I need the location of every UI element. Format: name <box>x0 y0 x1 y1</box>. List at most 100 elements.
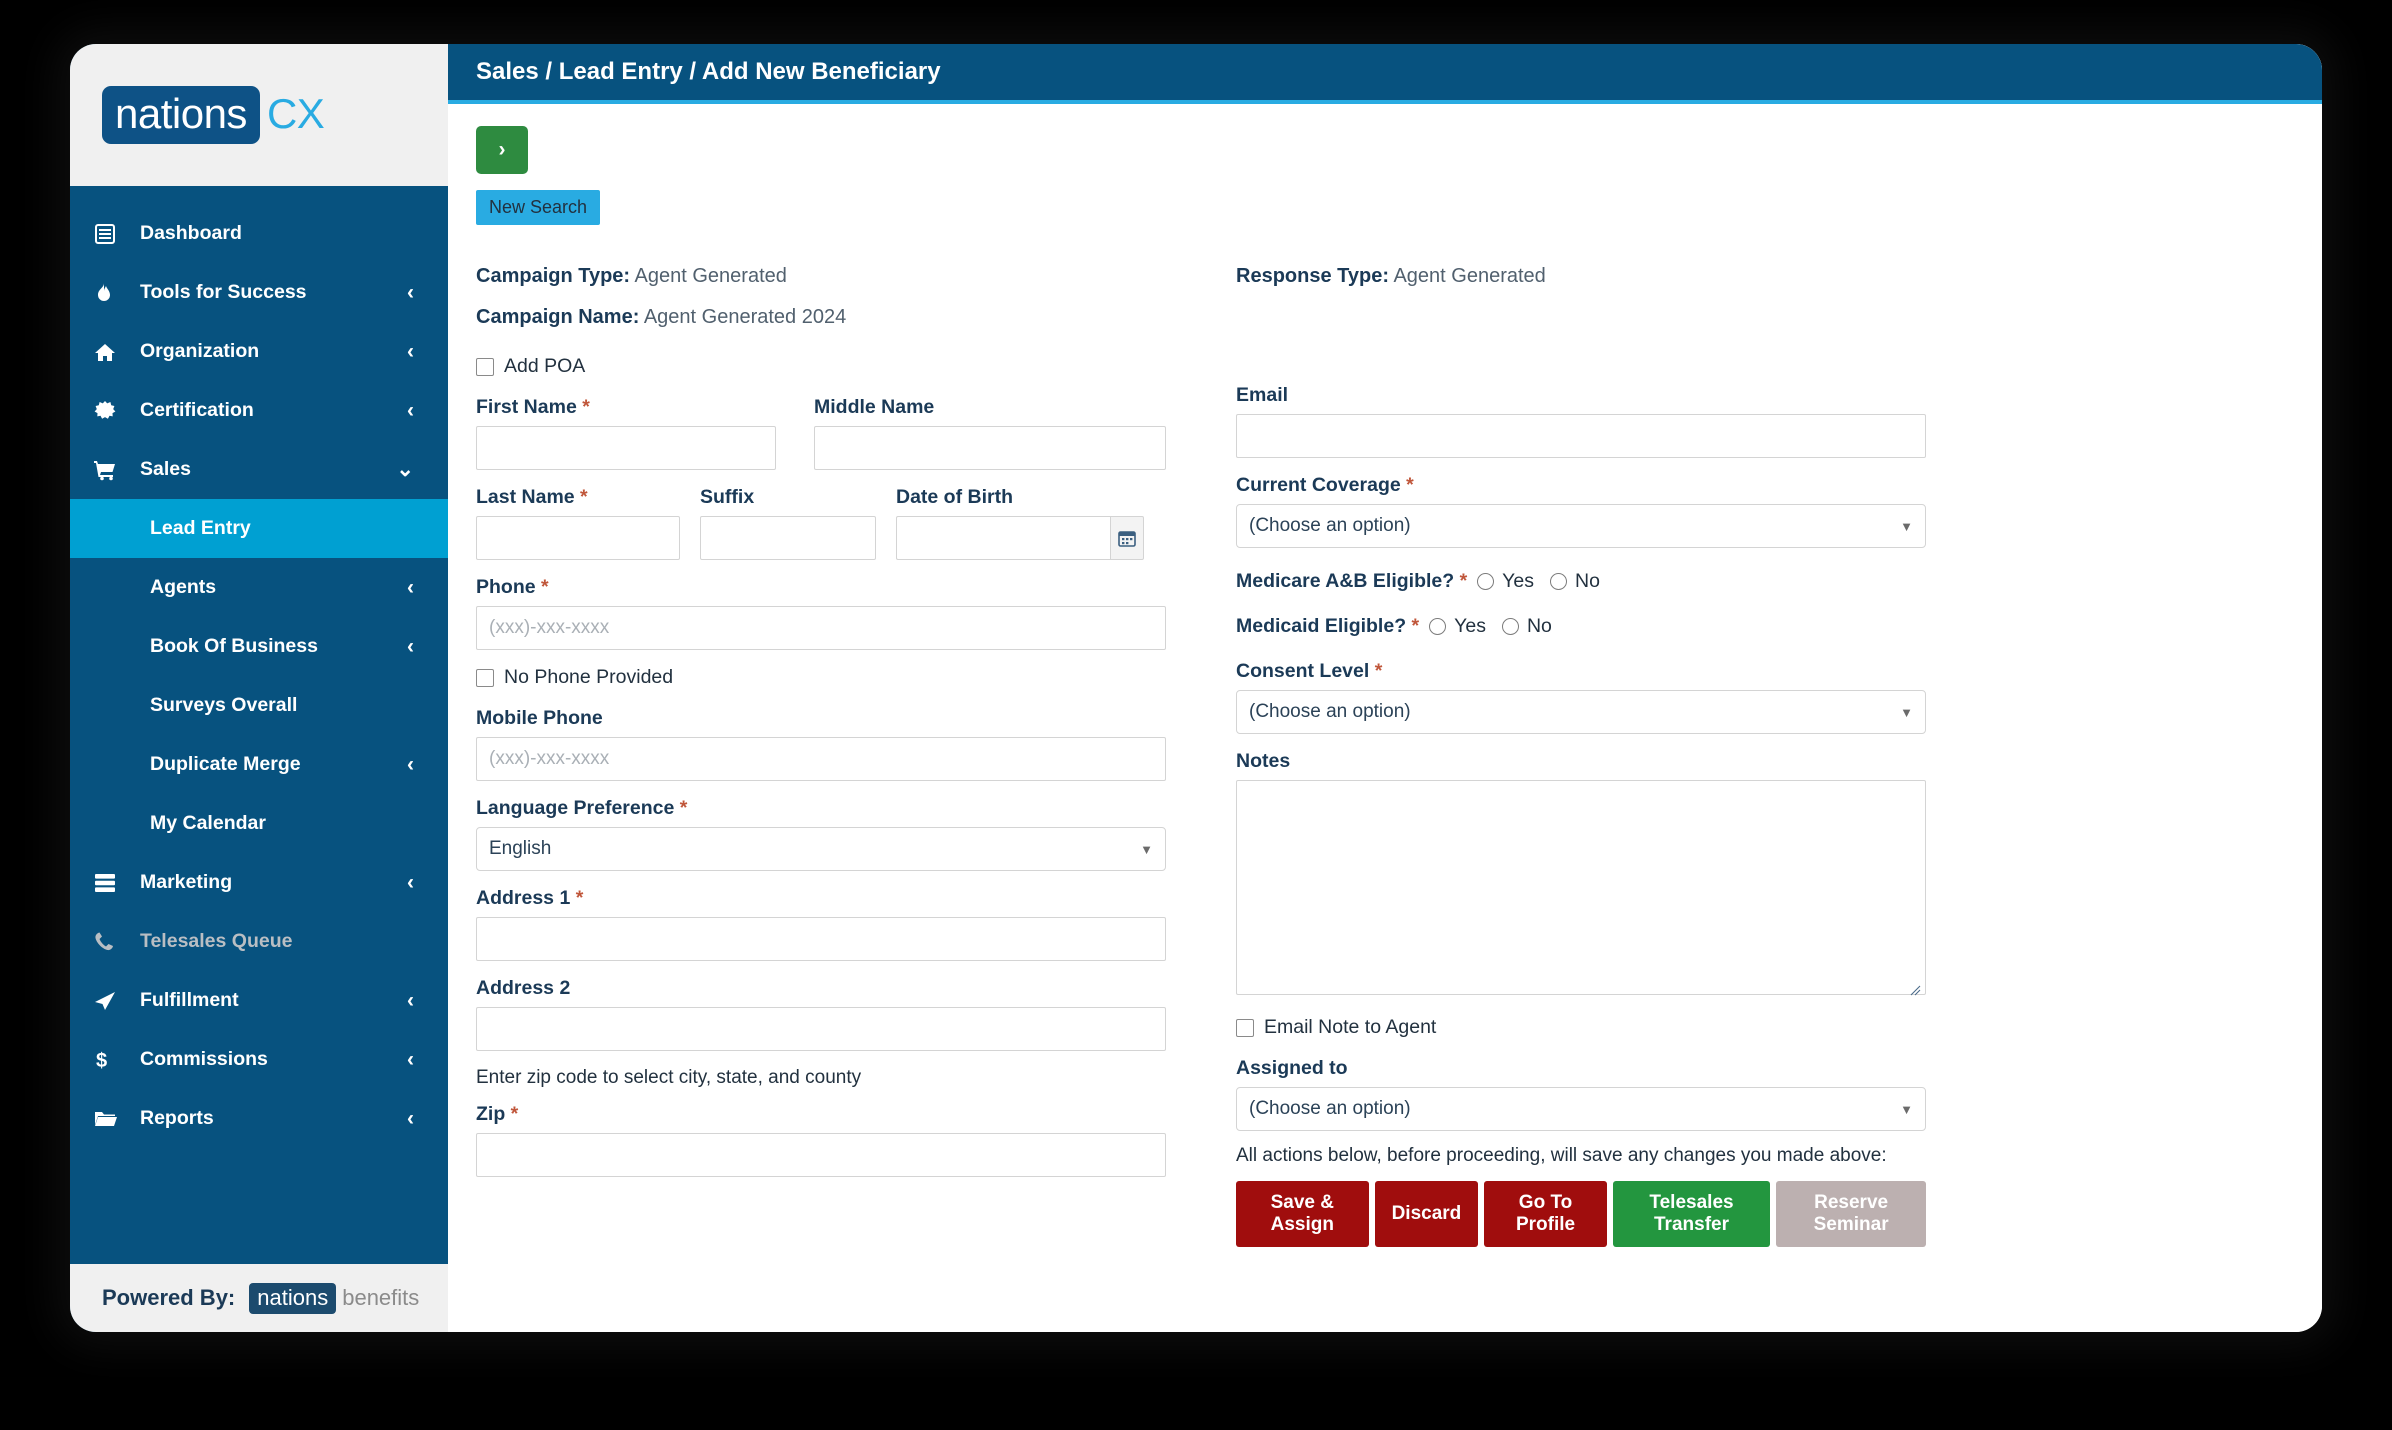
assigned-to-label: Assigned to <box>1236 1057 1348 1079</box>
phone-icon <box>94 931 128 952</box>
campaign-name-value: Agent Generated 2024 <box>643 306 847 328</box>
language-preference-value: English <box>489 838 552 859</box>
required-marker: * <box>541 576 549 598</box>
email-note-to-agent-checkbox[interactable] <box>1236 1018 1254 1037</box>
sidebar-item-label: Certification <box>140 399 254 421</box>
medicare-yes-radio[interactable] <box>1477 573 1495 590</box>
go-to-profile-button[interactable]: Go To Profile <box>1484 1181 1607 1247</box>
required-marker: * <box>1454 570 1468 592</box>
notes-textarea[interactable] <box>1236 780 1926 995</box>
sidebar-item-book-of-business[interactable]: Book Of Business ‹ <box>70 617 448 676</box>
medicare-eligible-label: Medicare A&B Eligible? <box>1236 570 1455 592</box>
logo-area: nations CX <box>70 44 448 186</box>
medicaid-yes-label: Yes <box>1454 615 1486 637</box>
medicaid-yes-radio[interactable] <box>1429 618 1447 635</box>
save-and-assign-button[interactable]: Save & Assign <box>1236 1181 1369 1247</box>
response-type-label: Response Type: <box>1236 265 1389 287</box>
new-search-button[interactable]: New Search <box>476 190 601 225</box>
first-name-input[interactable] <box>476 426 776 470</box>
medicare-no-radio[interactable] <box>1549 573 1567 590</box>
medicare-eligible-row: Medicare A&B Eligible? * Yes No <box>1236 570 1926 593</box>
chevron-icon: ‹ <box>407 1107 414 1130</box>
cart-icon <box>94 459 128 481</box>
email-label: Email <box>1236 384 1289 406</box>
required-marker: * <box>575 887 584 909</box>
required-marker: * <box>679 797 688 819</box>
next-button[interactable]: › <box>476 126 528 174</box>
response-type-value: Agent Generated <box>1393 265 1546 287</box>
nationsbenefits-logo-text: benefits <box>342 1285 420 1310</box>
chevron-icon: ‹ <box>407 989 414 1012</box>
medicare-yes-label: Yes <box>1502 570 1534 592</box>
email-input[interactable] <box>1236 414 1926 458</box>
sidebar-item-reports[interactable]: Reports ‹ <box>70 1089 448 1148</box>
sidebar-item-organization[interactable]: Organization ‹ <box>70 322 448 381</box>
telesales-transfer-button[interactable]: Telesales Transfer <box>1612 1181 1771 1247</box>
reserve-seminar-button[interactable]: Reserve Seminar <box>1776 1181 1926 1247</box>
current-coverage-group: Current Coverage * (Choose an option) ▼ <box>1236 474 1926 548</box>
form-left-column: Campaign Type: Agent Generated Campaign … <box>476 247 1166 1247</box>
sidebar-item-lead-entry[interactable]: Lead Entry <box>70 499 448 558</box>
sidebar-item-certification[interactable]: Certification ‹ <box>70 381 448 440</box>
campaign-name-label: Campaign Name: <box>476 306 640 328</box>
sidebar-item-commissions[interactable]: $ Commissions ‹ <box>70 1030 448 1089</box>
sidebar-item-marketing[interactable]: Marketing ‹ <box>70 853 448 912</box>
folder-icon <box>94 1109 128 1128</box>
no-phone-provided-checkbox[interactable] <box>476 668 494 687</box>
no-phone-row: No Phone Provided <box>476 666 1166 689</box>
sidebar-item-label: Telesales Queue <box>140 930 293 952</box>
zip-input[interactable] <box>476 1133 1166 1177</box>
mobile-phone-input[interactable] <box>476 737 1166 781</box>
fire-icon <box>94 282 128 304</box>
sidebar-item-label: Dashboard <box>140 222 242 244</box>
sidebar-item-fulfillment[interactable]: Fulfillment ‹ <box>70 971 448 1030</box>
content-area: › New Search Campaign Type: Agent Genera… <box>448 104 2322 1332</box>
notes-label: Notes <box>1236 750 1291 772</box>
language-preference-label: Language Preference * <box>476 797 688 819</box>
email-note-row: Email Note to Agent <box>1236 1016 1926 1039</box>
discard-button[interactable]: Discard <box>1374 1181 1479 1247</box>
calendar-icon[interactable] <box>1109 516 1144 560</box>
sidebar-item-agents[interactable]: Agents ‹ <box>70 558 448 617</box>
no-phone-provided-label: No Phone Provided <box>504 666 674 688</box>
sidebar-subitem-label: My Calendar <box>150 812 266 834</box>
sidebar-item-label: Sales <box>140 458 191 480</box>
dob-group: Date of Birth <box>896 486 1144 560</box>
sidebar-item-dashboard[interactable]: Dashboard <box>70 204 448 263</box>
medicaid-eligible-label: Medicaid Eligible? <box>1236 615 1407 637</box>
sidebar-item-telesales-queue[interactable]: Telesales Queue <box>70 912 448 971</box>
sidebar-subitem-label: Lead Entry <box>150 517 251 539</box>
phone-input[interactable] <box>476 606 1166 650</box>
email-note-to-agent-label: Email Note to Agent <box>1264 1016 1437 1038</box>
dollar-icon: $ <box>94 1049 128 1071</box>
suffix-label: Suffix <box>700 486 755 508</box>
medicaid-no-radio[interactable] <box>1501 618 1519 635</box>
phone-label: Phone * <box>476 576 549 598</box>
current-coverage-label: Current Coverage * <box>1236 474 1414 496</box>
sidebar-item-tools-for-success[interactable]: Tools for Success ‹ <box>70 263 448 322</box>
assigned-to-select[interactable]: (Choose an option) ▼ <box>1236 1087 1926 1131</box>
sidebar-item-surveys-overall[interactable]: Surveys Overall <box>70 676 448 735</box>
add-poa-checkbox[interactable] <box>476 357 494 376</box>
mobile-phone-label: Mobile Phone <box>476 707 603 729</box>
zip-hint: Enter zip code to select city, state, an… <box>476 1067 862 1088</box>
language-preference-select[interactable]: English ▼ <box>476 827 1166 871</box>
address2-label: Address 2 <box>476 977 571 999</box>
sidebar-item-label: Organization <box>140 340 260 362</box>
required-marker: * <box>510 1103 519 1125</box>
middle-name-input[interactable] <box>814 426 1166 470</box>
chevron-down-icon: ▼ <box>1900 1101 1913 1117</box>
suffix-input[interactable] <box>700 516 876 560</box>
sidebar-item-sales[interactable]: Sales ⌄ <box>70 440 448 499</box>
sidebar-item-duplicate-merge[interactable]: Duplicate Merge ‹ <box>70 735 448 794</box>
dob-input[interactable] <box>896 516 1110 560</box>
consent-level-select[interactable]: (Choose an option) ▼ <box>1236 690 1926 734</box>
current-coverage-select[interactable]: (Choose an option) ▼ <box>1236 504 1926 548</box>
chevron-icon: ‹ <box>407 340 414 363</box>
last-name-input[interactable] <box>476 516 680 560</box>
chevron-icon: ‹ <box>407 1048 414 1071</box>
sidebar-subitem-label: Surveys Overall <box>150 694 298 716</box>
address2-input[interactable] <box>476 1007 1166 1051</box>
address1-input[interactable] <box>476 917 1166 961</box>
sidebar-item-my-calendar[interactable]: My Calendar <box>70 794 448 853</box>
